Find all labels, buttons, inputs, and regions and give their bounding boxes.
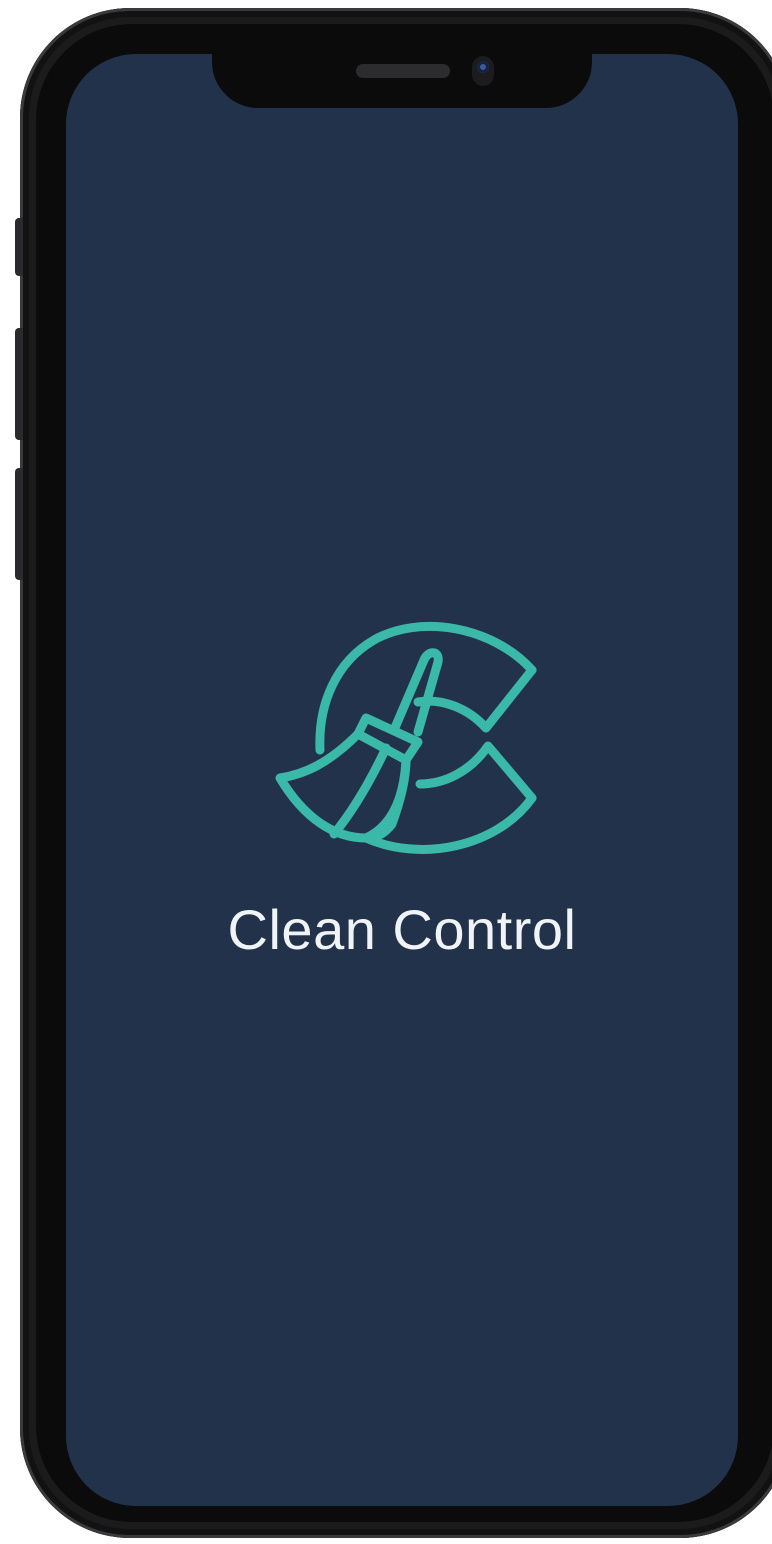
broom-c-logo-icon — [275, 621, 537, 854]
app-name-title: Clean Control — [227, 898, 577, 961]
phone-notch — [212, 54, 592, 108]
volume-up-button — [15, 328, 23, 440]
volume-down-button — [15, 468, 23, 580]
earpiece-speaker — [356, 64, 450, 78]
camera-lens — [477, 61, 489, 73]
mute-switch — [15, 218, 23, 276]
